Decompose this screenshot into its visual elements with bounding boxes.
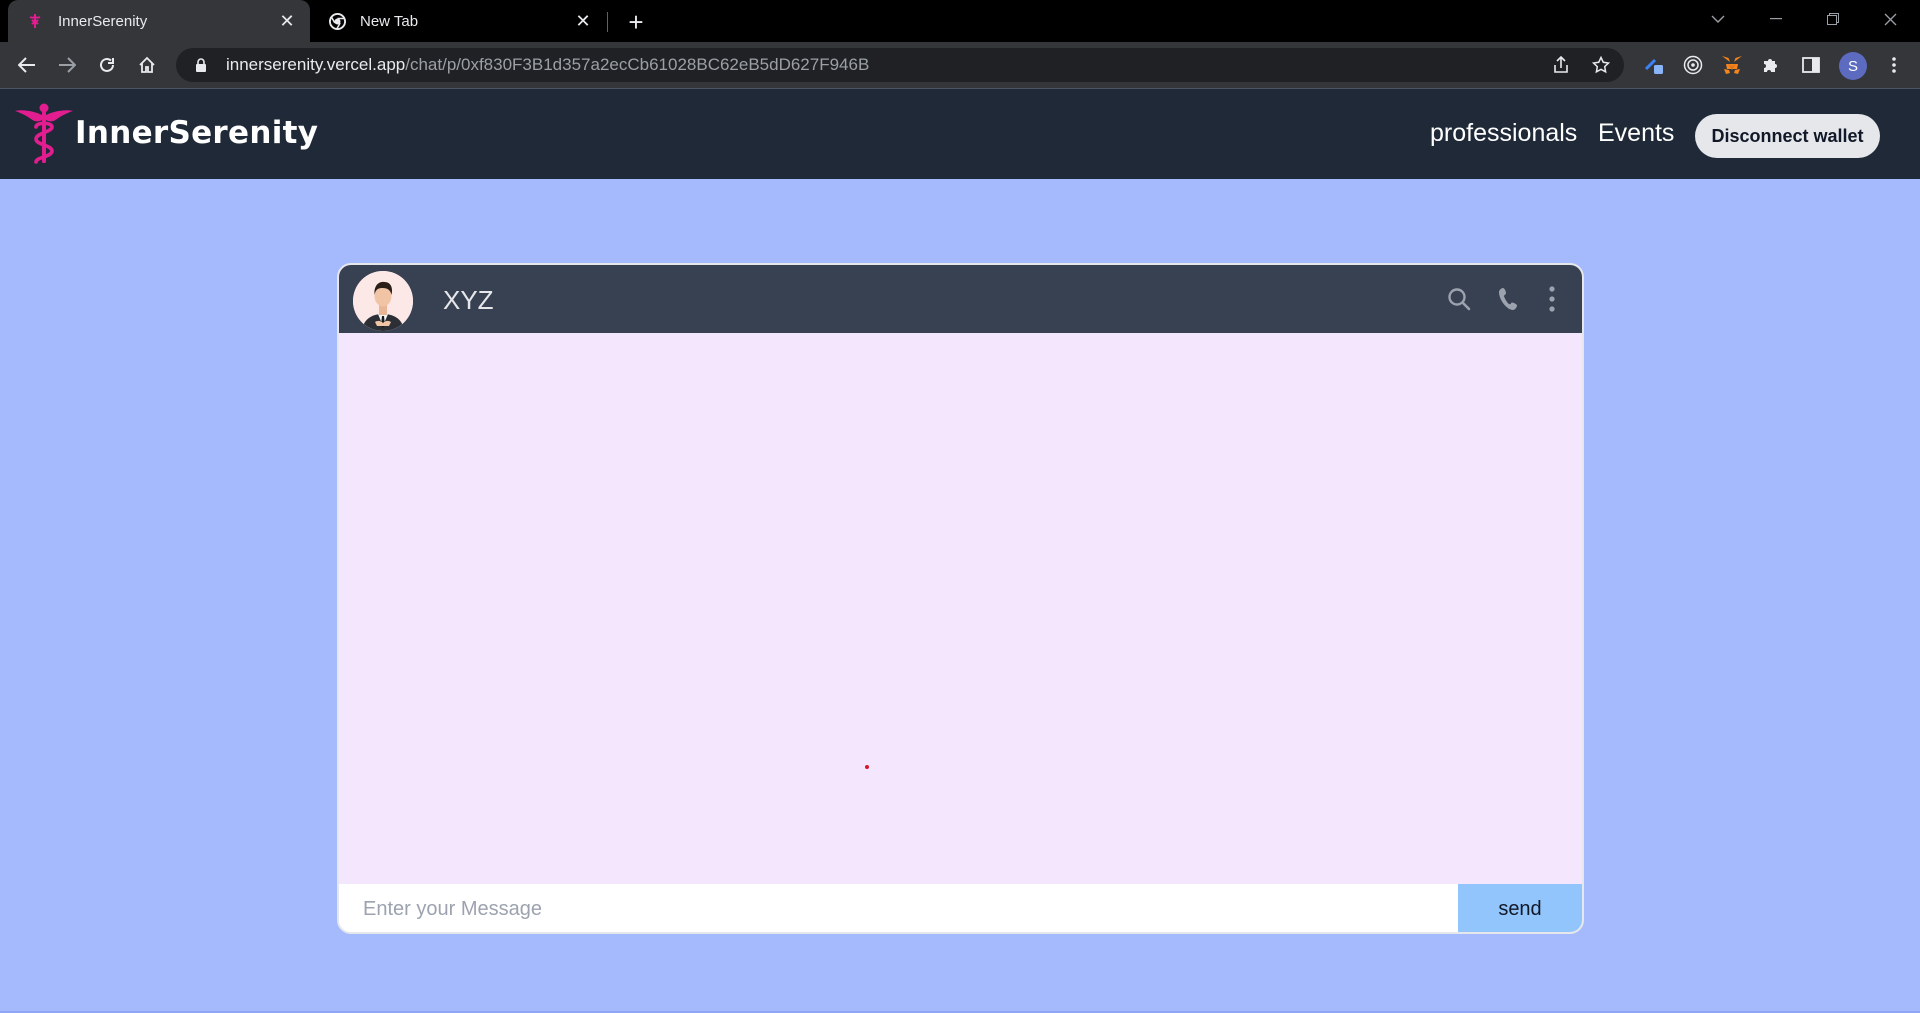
close-tab-icon[interactable]: ✕ [276,10,298,32]
tab-separator [607,12,608,32]
browser-menu-kebab-icon[interactable] [1880,51,1908,79]
chat-header: XYZ [339,265,1582,333]
share-icon[interactable] [1547,51,1575,79]
send-button[interactable]: send [1458,884,1582,932]
search-icon[interactable] [1445,285,1473,313]
url-path: /chat/p/0xf830F3B1d357a2ecCb61028BC62eB5… [405,55,870,74]
disconnect-wallet-button[interactable]: Disconnect wallet [1695,114,1880,158]
tab-search-chevron-icon[interactable] [1690,0,1746,38]
tab-new-tab[interactable]: New Tab ✕ [310,0,606,42]
nav-events-link[interactable]: Events [1598,119,1674,148]
caduceus-logo-icon [15,103,73,164]
extension-target-icon[interactable] [1679,51,1707,79]
browser-tab-strip: InnerSerenity ✕ New Tab ✕ + [0,0,1920,42]
minimize-window-icon[interactable] [1748,0,1804,38]
address-bar[interactable]: innerserenity.vercel.app/chat/p/0xf830F3… [176,48,1624,82]
businessman-avatar-icon [353,271,413,331]
side-panel-icon[interactable] [1797,51,1825,79]
nav-professionals-link[interactable]: professionals [1430,119,1577,148]
tab-title: InnerSerenity [58,12,148,30]
url-text: innerserenity.vercel.app/chat/p/0xf830F3… [226,55,869,75]
lock-icon[interactable] [192,56,210,74]
chrome-icon [328,12,346,30]
message-composer: send [339,884,1582,932]
tab-title: New Tab [360,12,419,30]
home-icon[interactable] [132,50,162,80]
tab-innerserenity[interactable]: InnerSerenity ✕ [8,0,310,42]
url-host: innerserenity.vercel.app [226,55,406,74]
close-window-icon[interactable] [1862,0,1918,38]
message-list [339,333,1582,884]
bookmark-star-icon[interactable] [1587,51,1615,79]
message-input[interactable] [339,884,1458,932]
back-arrow-icon[interactable] [12,50,42,80]
more-options-kebab-icon[interactable] [1538,285,1566,313]
profile-avatar[interactable]: S [1839,52,1867,80]
phone-call-icon[interactable] [1495,285,1523,313]
metamask-fox-icon[interactable] [1718,51,1746,79]
extensions-puzzle-icon[interactable] [1757,51,1785,79]
loading-dot [865,765,869,769]
brand-name: InnerSerenity [75,115,319,151]
restore-window-icon[interactable] [1805,0,1861,38]
site-logo[interactable]: InnerSerenity [14,101,318,165]
contact-avatar[interactable] [353,271,413,331]
caduceus-favicon-icon [26,12,44,30]
forward-arrow-icon[interactable] [52,50,82,80]
reload-icon[interactable] [92,50,122,80]
browser-toolbar: innerserenity.vercel.app/chat/p/0xf830F3… [0,42,1920,88]
contact-name: XYZ [443,285,494,315]
close-tab-icon[interactable]: ✕ [572,10,594,32]
chat-window: XYZ send [337,263,1584,934]
site-header: InnerSerenity professionals Events Disco… [0,88,1920,179]
new-tab-plus-icon[interactable]: + [622,7,650,37]
extension-pin-icon[interactable] [1640,51,1668,79]
